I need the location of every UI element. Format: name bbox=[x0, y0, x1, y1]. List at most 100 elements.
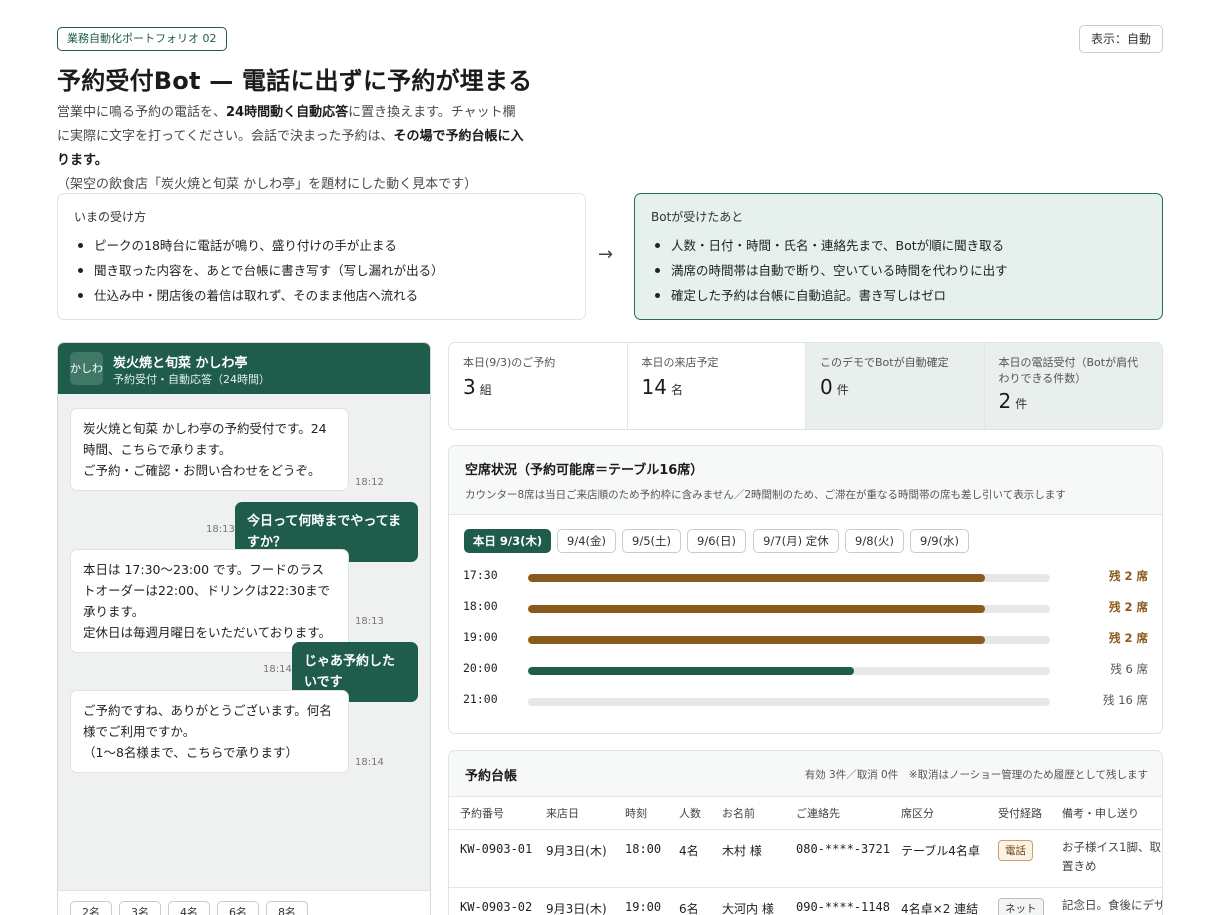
stat-value: 2 bbox=[998, 389, 1012, 413]
before-item: 仕込み中・閉店後の着信は取れず、そのまま他店へ流れる bbox=[74, 283, 569, 308]
availability-note: カウンター8席は当日ご来店順のため予約枠に含みません／2時間制のため、ご滞在が重… bbox=[465, 489, 1066, 501]
quick-reply-button[interactable]: 6名 bbox=[217, 901, 259, 915]
availability-panel: 空席状況（予約可能席＝テーブル16席） カウンター8席は当日ご来店順のため予約枠… bbox=[448, 445, 1163, 734]
column-header: 予約番号 bbox=[449, 797, 535, 830]
phone-number: 080-****-3721 bbox=[785, 829, 890, 888]
view-mode-button[interactable]: 表示：自動 bbox=[1079, 25, 1163, 53]
slot-bar-fill bbox=[528, 574, 985, 582]
memo: 記念日。食後にデザー bbox=[1051, 887, 1162, 915]
before-card: いまの受け方 ピークの18時台に電話が鳴り、盛り付けの手が止まる 聞き取った内容… bbox=[57, 193, 586, 320]
ledger-title: 予約台帳 bbox=[465, 769, 518, 784]
column-header: 人数 bbox=[668, 797, 711, 830]
day-tab[interactable]: 9/7(月) 定休 bbox=[753, 529, 839, 553]
chat-shop-name: 炭火焼と旬菜 かしわ亭 bbox=[113, 356, 248, 371]
seat-type: テーブル4名卓 bbox=[890, 829, 987, 888]
slot-bar-track bbox=[528, 636, 1050, 644]
slot-time: 18:00 bbox=[463, 599, 498, 613]
stat-today-guests: 本日の来店予定 14 名 bbox=[628, 343, 806, 429]
visit-date: 9月3日(木) bbox=[535, 829, 614, 888]
ledger-table: 予約番号 来店日 時刻 人数 お名前 ご連絡先 席区分 受付経路 備考・申し送り… bbox=[449, 797, 1162, 915]
after-title: Botが受けたあと bbox=[651, 210, 744, 224]
quick-reply-button[interactable]: 4名 bbox=[168, 901, 210, 915]
bot-message: ご予約ですね、ありがとうございます。何名様でご利用ですか。 （1〜8名様まで、こ… bbox=[70, 690, 349, 773]
guest-name: 木村 様 bbox=[711, 829, 785, 888]
column-header: 受付経路 bbox=[987, 797, 1051, 830]
stats-panel: 本日(9/3)のご予約 3組 本日の来店予定 14 名 このデモでBotが自動確定… bbox=[448, 342, 1163, 430]
party-size: 4名 bbox=[668, 829, 711, 888]
phone-number: 090-****-1148 bbox=[785, 887, 890, 915]
lead-text: 営業中に鳴る予約の電話を、24時間動く自動応答に置き換えます。チャット欄に実際に… bbox=[57, 105, 524, 192]
slot-time: 21:00 bbox=[463, 692, 498, 706]
slot-bar-fill bbox=[528, 667, 855, 675]
memo: お子様イス1脚、取り置きめ bbox=[1051, 829, 1162, 888]
slot-remaining: 残 6 席 bbox=[1110, 662, 1148, 676]
slot-bar-fill bbox=[528, 605, 985, 613]
message-time: 18:13 bbox=[206, 524, 235, 535]
visit-time: 19:00 bbox=[614, 887, 668, 915]
arrow-right-icon: → bbox=[598, 244, 614, 265]
slot-bar-track bbox=[528, 605, 1050, 613]
bot-message: 本日は 17:30〜23:00 です。フードのラストオーダーは22:00、ドリン… bbox=[70, 549, 349, 653]
column-header: 来店日 bbox=[535, 797, 614, 830]
visit-date: 9月3日(木) bbox=[535, 887, 614, 915]
route-badge: 電話 bbox=[998, 839, 1033, 861]
slot-remaining: 残 16 席 bbox=[1103, 693, 1148, 707]
ledger-header-row: 予約番号 来店日 時刻 人数 お名前 ご連絡先 席区分 受付経路 備考・申し送り bbox=[449, 797, 1162, 830]
day-tab[interactable]: 9/6(日) bbox=[687, 529, 746, 553]
before-title: いまの受け方 bbox=[74, 210, 147, 224]
slot-remaining: 残 2 席 bbox=[1108, 569, 1148, 583]
stat-phone-calls: 本日の電話受付（Botが肩代わりできる件数） 2件 bbox=[984, 343, 1162, 429]
quick-reply-button[interactable]: 2名 bbox=[70, 901, 112, 915]
quick-reply-bar: 2名 3名 4名 6名 8名 bbox=[58, 890, 430, 915]
slot-remaining: 残 2 席 bbox=[1108, 600, 1148, 614]
reservation-id: KW-0903-02 bbox=[449, 887, 535, 915]
after-item: 確定した予約は台帳に自動追記。書き写しはゼロ bbox=[651, 283, 1146, 308]
slot-time: 19:00 bbox=[463, 630, 498, 644]
slot-bar-track bbox=[528, 667, 1050, 675]
column-header: ご連絡先 bbox=[785, 797, 890, 830]
ledger-note: 有効 3件／取消 0件 ※取消はノーショー管理のため履歴として残します bbox=[804, 769, 1148, 781]
stat-value: 14 bbox=[641, 375, 667, 399]
stat-today-reservations: 本日(9/3)のご予約 3組 bbox=[449, 343, 628, 429]
day-tab[interactable]: 9/9(水) bbox=[910, 529, 969, 553]
page-title: 予約受付Bot — 電話に出ずに予約が埋まる bbox=[57, 67, 533, 95]
guest-name: 大河内 様 bbox=[711, 887, 785, 915]
message-time: 18:14 bbox=[355, 757, 384, 768]
before-item: ピークの18時台に電話が鳴り、盛り付けの手が止まる bbox=[74, 233, 569, 258]
slot-remaining: 残 2 席 bbox=[1108, 631, 1148, 645]
slot-time: 17:30 bbox=[463, 568, 498, 582]
message-time: 18:14 bbox=[263, 664, 292, 675]
slot-bar-track bbox=[528, 574, 1050, 582]
day-tab[interactable]: 本日 9/3(木) bbox=[464, 529, 551, 553]
reservation-ledger: 予約台帳 有効 3件／取消 0件 ※取消はノーショー管理のため履歴として残します… bbox=[448, 750, 1163, 915]
bot-message: 炭火焼と旬菜 かしわ亭の予約受付です。24時間、こちらで承ります。 ご予約・ご確… bbox=[70, 408, 349, 491]
column-header: お名前 bbox=[711, 797, 785, 830]
stat-value: 3 bbox=[463, 375, 476, 399]
quick-reply-button[interactable]: 8名 bbox=[266, 901, 308, 915]
slot-bar-fill bbox=[528, 636, 985, 644]
table-row[interactable]: KW-0903-01 9月3日(木) 18:00 4名 木村 様 080-***… bbox=[449, 829, 1162, 888]
portfolio-tag: 業務自動化ポートフォリオ 02 bbox=[57, 27, 227, 51]
after-item: 満席の時間帯は自動で断り、空いている時間を代わりに出す bbox=[651, 258, 1146, 283]
chat-subtitle: 予約受付・自動応答（24時間） bbox=[113, 373, 270, 386]
stat-value: 0 bbox=[820, 375, 833, 399]
day-tab[interactable]: 9/8(火) bbox=[845, 529, 904, 553]
column-header: 備考・申し送り bbox=[1051, 797, 1162, 830]
day-tab[interactable]: 9/5(土) bbox=[622, 529, 681, 553]
table-row[interactable]: KW-0903-02 9月3日(木) 19:00 6名 大河内 様 090-**… bbox=[449, 887, 1162, 915]
chat-header: かしわ 炭火焼と旬菜 かしわ亭 予約受付・自動応答（24時間） bbox=[58, 343, 430, 394]
day-tab[interactable]: 9/4(金) bbox=[557, 529, 616, 553]
slot-time: 20:00 bbox=[463, 661, 498, 675]
reservation-id: KW-0903-01 bbox=[449, 829, 535, 888]
message-time: 18:13 bbox=[355, 616, 384, 627]
slot-bar-track bbox=[528, 698, 1050, 706]
quick-reply-button[interactable]: 3名 bbox=[119, 901, 161, 915]
availability-title: 空席状況（予約可能席＝テーブル16席） bbox=[465, 463, 704, 478]
after-card: Botが受けたあと 人数・日付・時間・氏名・連絡先まで、Botが順に聞き取る 満… bbox=[634, 193, 1163, 320]
seat-type: 4名卓×2 連結 bbox=[890, 887, 987, 915]
chat-panel: かしわ 炭火焼と旬菜 かしわ亭 予約受付・自動応答（24時間） 炭火焼と旬菜 か… bbox=[57, 342, 431, 915]
after-item: 人数・日付・時間・氏名・連絡先まで、Botが順に聞き取る bbox=[651, 233, 1146, 258]
visit-time: 18:00 bbox=[614, 829, 668, 888]
route-badge: ネット bbox=[998, 897, 1044, 915]
avatar: かしわ bbox=[70, 352, 103, 385]
